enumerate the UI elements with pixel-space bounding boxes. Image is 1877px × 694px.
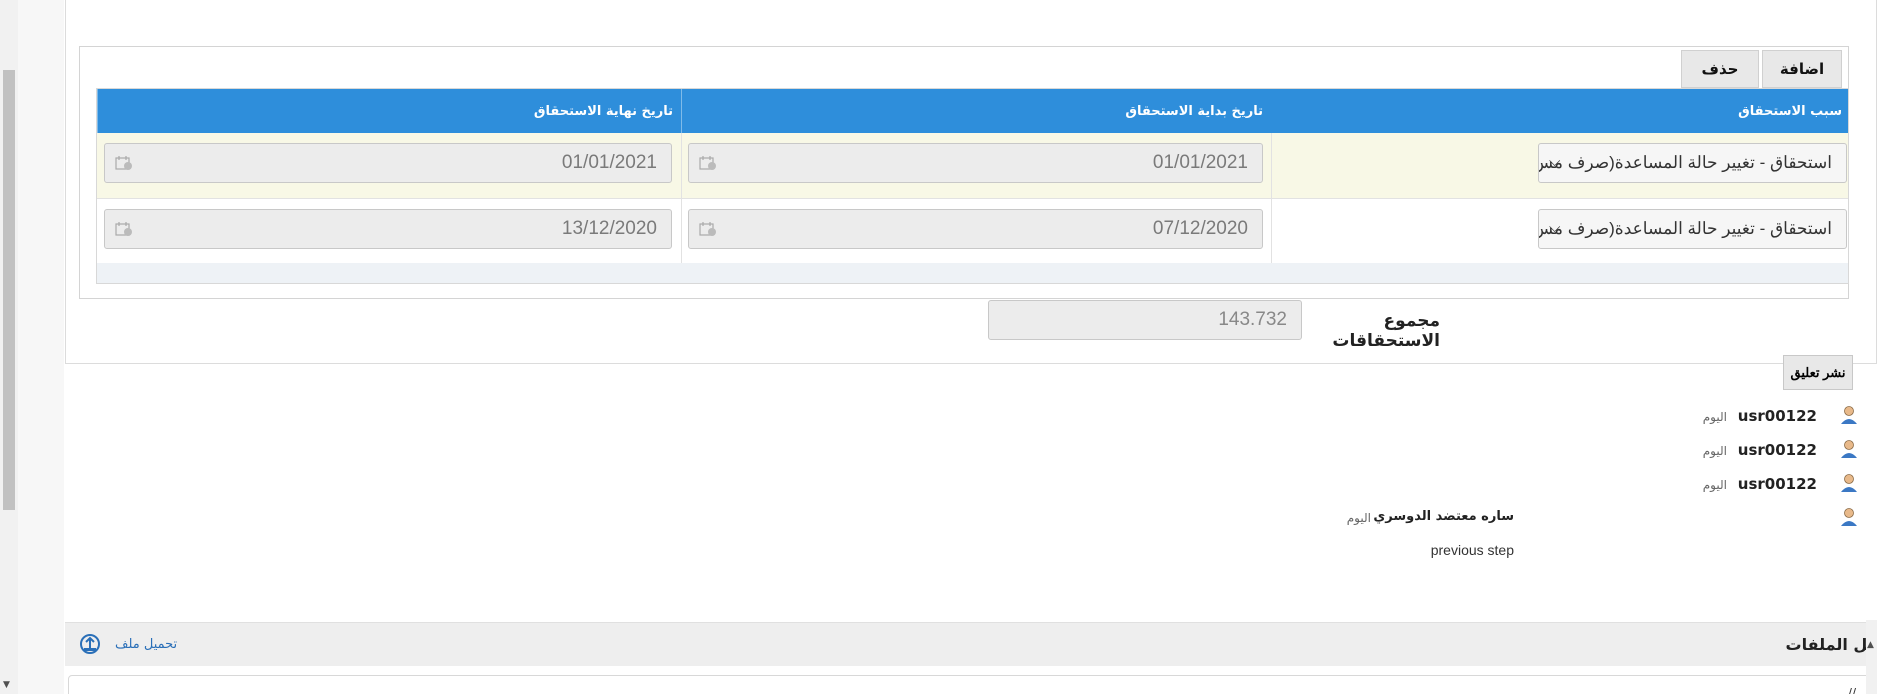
files-list: // [68, 675, 1877, 694]
calendar-icon[interactable] [115, 221, 133, 237]
start-date-input[interactable]: 01/01/2021 [688, 143, 1263, 183]
comment-time: اليوم [1702, 444, 1727, 458]
column-header-start-date[interactable]: تاريخ بداية الاستحقاق [681, 89, 1271, 133]
column-header-reason[interactable]: سبب الاستحقاق [1271, 89, 1850, 133]
comment-user[interactable]: usr00122 [1738, 441, 1817, 459]
grid-header: سبب الاستحقاق تاريخ بداية الاستحقاق تاري… [97, 89, 1848, 133]
table-row[interactable]: ⌵ استحقاق - تغيير حالة المساعدة(صرف مس 0… [97, 199, 1848, 265]
user-avatar-icon [1841, 508, 1857, 526]
delete-button[interactable]: حذف [1681, 50, 1759, 88]
total-label: مجموع الاستحقاقات [1332, 311, 1440, 351]
start-date-input[interactable]: 07/12/2020 [688, 209, 1263, 249]
add-button[interactable]: اضافة [1762, 50, 1842, 88]
user-avatar-icon [1841, 440, 1857, 458]
calendar-icon[interactable] [115, 155, 133, 171]
comment-item: usr00122 اليوم [1300, 405, 1860, 429]
start-date-value: 07/12/2020 [1152, 218, 1248, 239]
comment-user[interactable]: ساره معتضد الدوسري [1373, 509, 1514, 524]
calendar-icon[interactable] [699, 155, 717, 171]
grid-footer [97, 263, 1848, 283]
user-avatar-icon [1841, 406, 1857, 424]
comment-item: usr00122 اليوم [1300, 439, 1860, 463]
entitlements-grid: سبب الاستحقاق تاريخ بداية الاستحقاق تاري… [96, 88, 1849, 284]
reason-select-value: استحقاق - تغيير حالة المساعدة(صرف مس [1538, 153, 1832, 172]
calendar-icon[interactable] [699, 221, 717, 237]
comment-item: usr00122 اليوم [1300, 473, 1860, 497]
comment-time: اليوم [1346, 511, 1371, 525]
cell-end-date: 01/01/2021 [97, 133, 681, 199]
chevron-down-icon: ⌵ [1549, 219, 1561, 236]
column-header-end-date[interactable]: تاريخ نهاية الاستحقاق [97, 89, 681, 133]
files-title: كل الملفات [1785, 635, 1877, 654]
cell-reason: ⌵ استحقاق - تغيير حالة المساعدة(صرف مس [1271, 199, 1850, 265]
right-scrollbar[interactable]: ▲ [1866, 620, 1877, 694]
upload-icon[interactable] [79, 633, 101, 655]
user-avatar-icon [1841, 474, 1857, 492]
start-date-value: 01/01/2021 [1152, 152, 1248, 173]
chevron-down-icon: ⌵ [1549, 153, 1561, 170]
comment-user[interactable]: usr00122 [1738, 475, 1817, 493]
cell-start-date: 01/01/2021 [681, 133, 1271, 199]
reason-select[interactable]: ⌵ استحقاق - تغيير حالة المساعدة(صرف مس [1538, 143, 1847, 183]
cell-reason: ⌵ استحقاق - تغيير حالة المساعدة(صرف مس [1271, 133, 1850, 199]
comment-time: اليوم [1702, 410, 1727, 424]
files-bar: كل الملفات تحميل ملف [65, 622, 1877, 666]
total-input: 143.732 [988, 300, 1302, 340]
end-date-input[interactable]: 01/01/2021 [104, 143, 672, 183]
comment-time: اليوم [1702, 478, 1727, 492]
files-list-text: // [1847, 686, 1856, 694]
scroll-arrow-icon[interactable]: ▲ [1867, 640, 1874, 650]
cell-end-date: 13/12/2020 [97, 199, 681, 265]
left-gutter [18, 0, 64, 694]
scroll-down-arrow-icon[interactable]: ▼ [3, 680, 10, 690]
end-date-input[interactable]: 13/12/2020 [104, 209, 672, 249]
comment-item: ساره معتضد الدوسري اليوم [1300, 507, 1860, 531]
cell-start-date: 07/12/2020 [681, 199, 1271, 265]
vertical-scrollbar[interactable]: ▼ [0, 0, 18, 694]
upload-file-link[interactable]: تحميل ملف [115, 637, 177, 652]
scrollbar-thumb[interactable] [3, 70, 15, 510]
comment-user[interactable]: usr00122 [1738, 407, 1817, 425]
end-date-value: 01/01/2021 [561, 152, 657, 173]
post-comment-button[interactable]: نشر تعليق [1783, 355, 1853, 390]
reason-select-value: استحقاق - تغيير حالة المساعدة(صرف مس [1538, 219, 1832, 238]
comment-text: previous step [1430, 542, 1514, 558]
table-row[interactable]: ⌵ استحقاق - تغيير حالة المساعدة(صرف مس 0… [97, 133, 1848, 199]
end-date-value: 13/12/2020 [561, 218, 657, 239]
reason-select[interactable]: ⌵ استحقاق - تغيير حالة المساعدة(صرف مس [1538, 209, 1847, 249]
